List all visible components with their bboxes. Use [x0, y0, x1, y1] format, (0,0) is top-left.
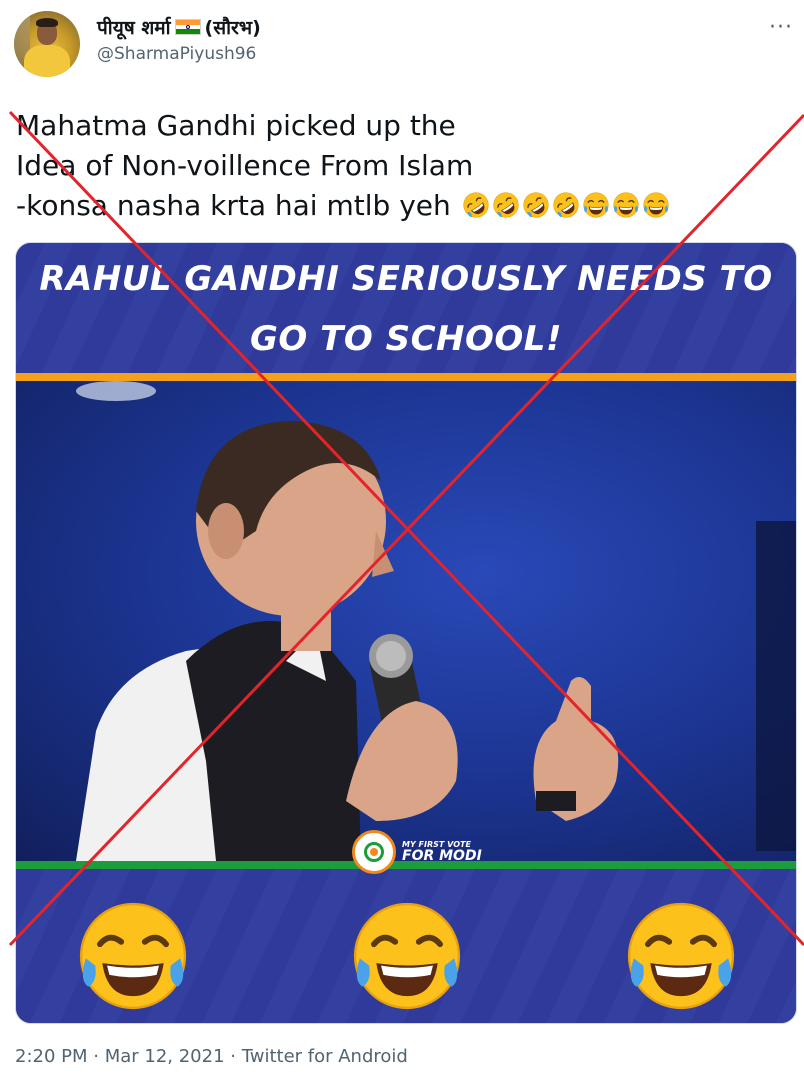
face-with-tears-of-joy-icon [612, 191, 640, 219]
logo-text-large: FOR MODI [402, 848, 482, 864]
vote-logo-icon [352, 830, 396, 874]
india-flag-icon [174, 19, 201, 35]
more-dots-icon: ··· [769, 15, 793, 40]
author-name-row[interactable]: पीयूष शर्मा (सौरभ) [97, 14, 261, 40]
author-name-suffix[interactable]: (सौरभ) [205, 14, 261, 40]
video-frame [16, 381, 796, 861]
author-handle[interactable]: @SharmaPiyush96 [97, 44, 256, 64]
face-with-tears-of-joy-icon [74, 897, 192, 1015]
tweet-text-line: Idea of Non-voillence From Islam [16, 149, 474, 182]
media-headline-line2: GO TO SCHOOL! [250, 319, 562, 359]
tweet-text-line-with-emojis: -konsa nasha krta hai mtlb yeh [16, 186, 786, 226]
tweet-time[interactable]: 2:20 PM [15, 1046, 88, 1067]
tweet-source-link[interactable]: Twitter for Android [242, 1046, 408, 1067]
more-options-button[interactable]: ··· [766, 15, 796, 40]
face-with-tears-of-joy-icon [642, 191, 670, 219]
media-headline-line1: RAHUL GANDHI SERIOUSLY NEEDS TO [39, 259, 773, 299]
avatar-hair [36, 18, 58, 27]
rolling-on-floor-laughing-icon [552, 191, 580, 219]
avatar-body [24, 45, 70, 77]
rolling-on-floor-laughing-icon [522, 191, 550, 219]
author-avatar[interactable] [14, 11, 80, 77]
rolling-on-floor-laughing-icon [492, 191, 520, 219]
tweet-timestamp: 2:20 PM · Mar 12, 2021 · Twitter for And… [15, 1046, 408, 1067]
tweet: पीयूष शर्मा (सौरभ) @SharmaPiyush96 ··· M… [0, 0, 804, 1080]
tweet-date[interactable]: Mar 12, 2021 [105, 1046, 225, 1067]
orange-stripe [16, 373, 796, 381]
face-with-tears-of-joy-icon [582, 191, 610, 219]
tweet-text: Mahatma Gandhi picked up the Idea of Non… [16, 106, 786, 226]
face-with-tears-of-joy-icon [348, 897, 466, 1015]
tweet-text-line: Mahatma Gandhi picked up the [16, 109, 456, 142]
my-first-vote-logo: MY FIRST VOTE FOR MODI [352, 829, 482, 875]
author-display-name[interactable]: पीयूष शर्मा [97, 14, 171, 40]
speaker-illustration [76, 381, 796, 861]
face-with-tears-of-joy-icon [622, 897, 740, 1015]
rolling-on-floor-laughing-icon [462, 191, 490, 219]
tweet-media-image[interactable]: RAHUL GANDHI SERIOUSLY NEEDS TO GO TO SC… [15, 242, 797, 1024]
tweet-text-line: -konsa nasha krta hai mtlb yeh [16, 189, 451, 222]
